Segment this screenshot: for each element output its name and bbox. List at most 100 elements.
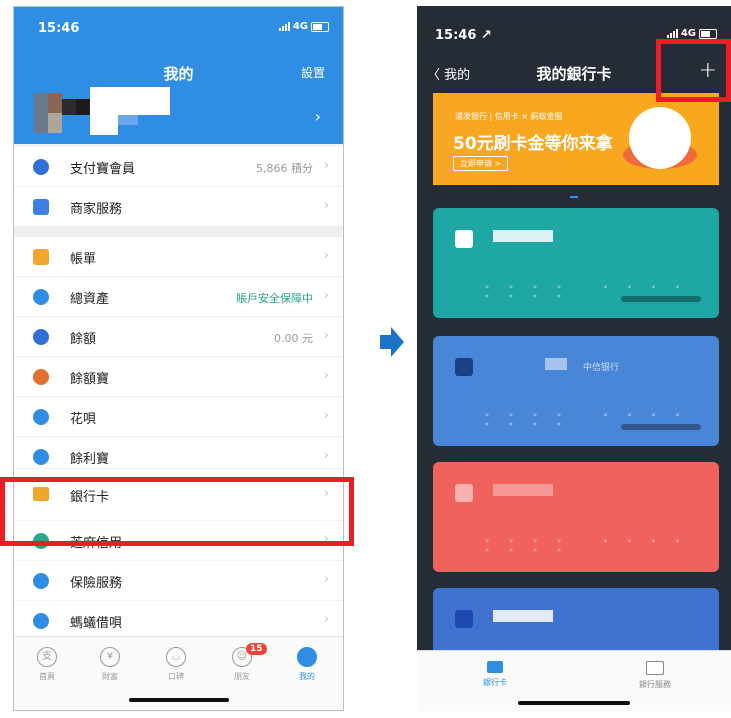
menu-item-insurance[interactable]: 保險服務 › [14,561,343,601]
chevron-right-icon: › [323,328,329,343]
chevron-right-icon: › [323,612,329,627]
tab-koubei[interactable]: ◡ 口碑 [151,647,201,682]
menu-item-member[interactable]: 支付寶會員 5,866 積分 › [14,147,343,187]
menu-item-assets[interactable]: 總資產 賬戶安全保障中 › [14,277,343,317]
bank-card[interactable]: **** **** **** [433,462,719,572]
koubei-icon: ◡ [166,647,186,667]
tab-friends[interactable]: ☺ 15 朋友 [217,643,267,682]
chevron-right-icon: › [323,408,329,423]
menu-item-balance[interactable]: 餘額 0.00 元 › [14,317,343,357]
pie-chart-icon [33,289,49,305]
alipay-profile-screen: 15:46 4G 我的 設置 › 支付寶會員 5,866 積分 › 商家服務 ›… [13,6,344,711]
home-indicator [518,701,630,705]
profile-avatar-blurred[interactable] [34,87,174,143]
bank-building-icon [646,661,664,675]
carousel-indicator [570,196,578,198]
status-time: 15:46 ↗ [435,28,492,43]
section-divider [14,227,343,237]
flow-arrow-icon [380,327,404,357]
card-suffix-redacted [621,424,701,430]
home-icon: 支 [37,647,57,667]
merchant-icon [33,199,49,215]
tab-home[interactable]: 支 首頁 [22,647,72,682]
tab-label: 首頁 [39,672,55,681]
page-title: 我的 [163,65,194,83]
security-status: 賬戶安全保障中 [236,292,313,305]
person-icon: ● [297,647,317,667]
promo-banner[interactable]: 浦发银行 | 信用卡 × 蚂蚁金服 50元刷卡金等你来拿 立即申请 > [433,93,719,185]
menu-item-label: 花唄 [70,412,97,427]
menu-item-merchant[interactable]: 商家服務 › [14,187,343,227]
menu-item-bill[interactable]: 帳單 › [14,237,343,277]
bill-icon [33,249,49,265]
highlight-add-button [656,39,731,102]
menu-item-jiebei[interactable]: 螞蟻借唄 › [14,601,343,641]
profile-header: 15:46 4G 我的 設置 › [14,7,343,144]
menu-item-label: 保險服務 [70,576,123,591]
signal-icon [666,29,678,38]
tab-label: 銀行服務 [639,680,671,689]
bank-name-redacted [493,230,553,242]
bank-name-redacted [545,358,567,370]
signal-icon [278,22,290,31]
bottom-tab-bar: 支 首頁 ¥ 財富 ◡ 口碑 ☺ 15 朋友 ● 我的 [14,636,343,710]
tab-label: 我的 [299,672,315,681]
yulibao-icon [33,449,49,465]
banner-cta-button[interactable]: 立即申请 > [453,156,509,171]
huabei-icon [33,409,49,425]
member-icon [33,159,49,175]
menu-list: 支付寶會員 5,866 積分 › 商家服務 › 帳單 › 總資產 賬戶安全保障中… [14,147,343,641]
tab-label: 財富 [102,672,118,681]
banner-logo-text: 浦发银行 | 信用卡 × 蚂蚁金服 [455,112,563,121]
chevron-right-icon: › [323,248,329,263]
money-bag-icon [33,369,49,385]
network-label: 4G [680,28,696,39]
banner-headline: 50元刷卡金等你来拿 [453,134,613,154]
menu-item-label: 餘額 [70,332,97,347]
highlight-bank-card-row [0,477,354,546]
tab-bank-services[interactable]: 銀行服務 [615,661,695,690]
bank-logo-icon [455,610,473,628]
settings-link[interactable]: 設置 [301,64,325,81]
bank-cards-screen: 15:46 ↗ 4G 〈 我的 我的銀行卡 + 浦发银行 | 信用卡 × 蚂蚁金… [417,6,731,711]
bank-card-icon [487,661,503,673]
menu-item-label: 總資產 [70,292,110,307]
tab-label: 口碑 [168,672,184,681]
chevron-right-icon: › [323,368,329,383]
points-value: 5,866 積分 [256,162,313,175]
battery-icon [699,28,717,39]
chevron-right-icon: › [323,572,329,587]
tab-bank-cards[interactable]: 銀行卡 [455,661,535,688]
status-indicators: 4G [666,28,717,39]
bank-logo-icon [455,358,473,376]
card-number-masked: **** **** **** [485,538,700,556]
menu-item-label: 餘利寶 [70,452,110,467]
menu-item-yulibao[interactable]: 餘利寶 › [14,437,343,469]
bank-card[interactable]: 中信银行 **** **** **** [433,336,719,446]
tab-me[interactable]: ● 我的 [282,647,332,682]
wealth-icon: ¥ [100,647,120,667]
bottom-tab-bar: 銀行卡 銀行服務 [417,650,731,711]
status-time: 15:46 [38,21,80,36]
bank-tag: 中信银行 [583,363,620,373]
tab-wealth[interactable]: ¥ 財富 [85,647,135,682]
menu-item-huabei[interactable]: 花唄 › [14,397,343,437]
menu-item-label: 支付寶會員 [70,162,136,177]
network-label: 4G [292,21,308,32]
status-bar: 15:46 4G [14,7,343,47]
menu-item-label: 螞蟻借唄 [70,616,123,631]
profile-chevron-icon[interactable]: › [315,107,321,126]
jiebei-icon [33,613,49,629]
bank-card[interactable]: **** **** **** [433,208,719,318]
notification-badge: 15 [246,643,267,655]
menu-item-yuebao[interactable]: 餘額寶 › [14,357,343,397]
bank-name-redacted [493,484,553,496]
mascot-icon [629,107,691,169]
battery-icon [311,21,329,32]
status-indicators: 4G [278,21,329,32]
menu-item-label: 帳單 [70,252,97,267]
chevron-right-icon: › [323,448,329,463]
yuan-icon [33,329,49,345]
menu-item-label: 商家服務 [70,202,123,217]
chevron-right-icon: › [323,198,329,213]
